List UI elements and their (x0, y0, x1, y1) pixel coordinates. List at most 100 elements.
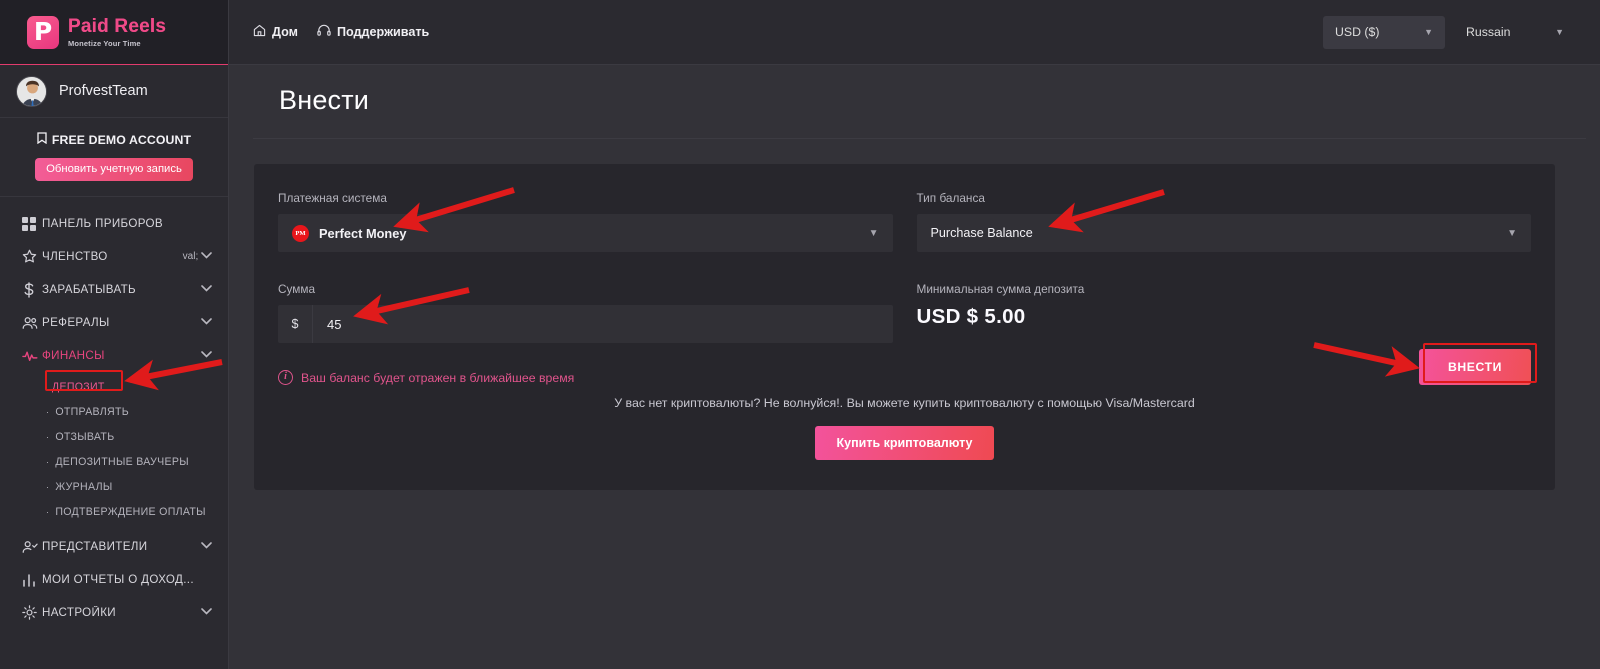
balance-type-field: Тип баланса Purchase Balance ▼ (916, 191, 1531, 252)
topbar-home-link[interactable]: Дом (253, 24, 298, 40)
balance-type-value: Purchase Balance (930, 226, 1033, 240)
payment-system-value: Perfect Money (319, 225, 407, 241)
chevron-down-icon (201, 541, 212, 552)
sidebar-item-label: ФИНАНСЫ (42, 349, 105, 362)
dashboard-grid-icon (22, 216, 42, 231)
balance-type-select[interactable]: Purchase Balance ▼ (916, 214, 1531, 252)
home-icon (253, 24, 266, 40)
app-root: P Paid Reels Monetize Your Time Profvest… (0, 0, 1600, 669)
payment-system-label: Платежная система (278, 191, 387, 205)
sidebar-item-settings[interactable]: НАСТРОЙКИ (0, 596, 228, 629)
sidebar-item-representatives[interactable]: ПРЕДСТАВИТЕЛИ (0, 530, 228, 563)
demo-account-block: FREE DEMO ACCOUNT Обновить учетную запис… (0, 118, 228, 197)
sidebar-item-label: ПРЕДСТАВИТЕЛИ (42, 540, 148, 553)
sidebar-subitem-withdraw[interactable]: · ОТЗЫВАТЬ (0, 424, 228, 449)
chevron-down-icon: ▼ (868, 227, 879, 239)
sidebar-item-label: НАСТРОЙКИ (42, 606, 116, 619)
topbar-support-label: Поддерживать (336, 25, 430, 39)
language-selector[interactable]: Russain ▼ (1454, 16, 1576, 49)
payment-system-select[interactable]: PM Perfect Money ▼ (278, 214, 893, 252)
sidebar-item-referrals[interactable]: РЕФЕРАЛЫ (0, 306, 228, 339)
logo-mark-icon: P (27, 15, 59, 49)
min-deposit-label: Минимальная сумма депозита (916, 282, 1085, 296)
headset-icon (317, 24, 331, 40)
topbar-home-label: Дом (272, 25, 298, 39)
chevron-down-icon (201, 350, 212, 361)
sidebar-item-membership[interactable]: ЧЛЕНСТВО val; (0, 240, 228, 273)
star-icon (22, 249, 42, 264)
topbar-support-link[interactable]: Поддерживать (317, 24, 429, 40)
gear-icon (22, 605, 42, 620)
chevron-down-icon: val; (183, 251, 212, 262)
bullet-icon: · (46, 406, 50, 417)
bullet-icon: · (46, 506, 50, 517)
sidebar-subitem-send[interactable]: · ОТПРАВЛЯТЬ (0, 399, 228, 424)
sidebar-item-finance[interactable]: ФИНАНСЫ (0, 339, 228, 372)
avatar (16, 75, 47, 107)
dollar-icon (22, 281, 42, 298)
users-icon (22, 316, 42, 330)
sidebar-item-label: ЗАРАБАТЫВАТЬ (42, 283, 137, 296)
sidebar-subitem-payment-confirmation[interactable]: · ПОДТВЕРЖДЕНИЕ ОПЛАТЫ (0, 499, 228, 524)
sidebar-subitem-deposit-vouchers[interactable]: · ДЕПОЗИТНЫЕ ВАУЧЕРЫ (0, 449, 228, 474)
user-profile-row[interactable]: ProfvestTeam (0, 65, 228, 118)
language-selected-value: Russain (1466, 25, 1511, 39)
bullet-icon: · (46, 456, 50, 467)
page-title: Внести (253, 65, 1586, 139)
sidebar-subitem-label: ДЕПОЗИТНЫЕ ВАУЧЕРЫ (55, 455, 189, 468)
currency-selector[interactable]: USD ($) ▼ (1323, 15, 1445, 49)
sidebar-item-label: ЧЛЕНСТВО (42, 250, 108, 263)
chevron-down-icon (201, 317, 212, 328)
perfect-money-icon: PM (292, 224, 309, 242)
currency-selected-value: USD ($) (1335, 25, 1380, 39)
user-check-icon (22, 540, 42, 554)
brand-tagline: Monetize Your Time (68, 39, 141, 48)
chevron-down-icon: ▼ (1555, 27, 1564, 37)
bar-chart-icon (22, 573, 42, 587)
payment-system-field: Платежная система PM Perfect Money ▼ (278, 191, 893, 252)
sidebar-item-label: РЕФЕРАЛЫ (42, 316, 110, 329)
sidebar-item-label: МОИ ОТЧЕТЫ О ДОХОД... (42, 573, 194, 586)
crypto-hint-text: У вас нет криптовалюты? Не волнуйся!. Вы… (614, 396, 1195, 410)
sidebar-subitem-label: ЖУРНАЛЫ (55, 480, 113, 493)
finance-submenu: · ДЕПОЗИТ · ОТПРАВЛЯТЬ · ОТЗЫВАТЬ · ДЕПО… (0, 372, 228, 530)
min-deposit-value: USD $ 5.00 (916, 305, 1026, 328)
sidebar-nav: ПАНЕЛЬ ПРИБОРОВ ЧЛЕНСТВО val; ЗАРАБАТЫВА… (0, 197, 228, 629)
sidebar-subitem-label: ПОДТВЕРЖДЕНИЕ ОПЛАТЫ (55, 505, 206, 518)
amount-field: Сумма $ (278, 282, 893, 343)
demo-account-label: FREE DEMO ACCOUNT (37, 132, 191, 147)
bullet-icon: · (46, 431, 50, 442)
upgrade-account-button[interactable]: Обновить учетную запись (35, 158, 193, 181)
main-content: Дом Поддерживать USD ($) ▼ Russain ▼ Вне… (229, 0, 1600, 669)
sidebar-subitem-logs[interactable]: · ЖУРНАЛЫ (0, 474, 228, 499)
topbar: Дом Поддерживать USD ($) ▼ Russain ▼ (229, 0, 1600, 65)
sidebar-subitem-label: ОТЗЫВАТЬ (55, 430, 115, 443)
sidebar-subitem-label: ОТПРАВЛЯТЬ (55, 405, 130, 418)
sidebar-item-label: ПАНЕЛЬ ПРИБОРОВ (42, 217, 163, 230)
balance-note-text: Ваш баланс будет отражен в ближайшее вре… (301, 370, 575, 385)
brand-logo[interactable]: P Paid Reels Monetize Your Time (0, 0, 228, 65)
submit-deposit-button[interactable]: ВНЕСТИ (1418, 349, 1531, 385)
bullet-icon: · (46, 481, 50, 492)
chevron-down-icon: ▼ (1507, 227, 1517, 239)
currency-symbol-prefix: $ (278, 305, 312, 343)
demo-account-text: FREE DEMO ACCOUNT (51, 132, 192, 147)
sidebar-item-earn[interactable]: ЗАРАБАТЫВАТЬ (0, 273, 228, 306)
brand-title: Paid Reels (68, 16, 167, 37)
bookmark-icon (37, 132, 47, 147)
sidebar-subitem-deposit[interactable]: · ДЕПОЗИТ (0, 374, 228, 399)
amount-input[interactable] (312, 305, 893, 343)
username: ProfvestTeam (59, 83, 148, 99)
pulse-icon (22, 349, 42, 363)
chevron-down-icon: ▼ (1424, 27, 1433, 37)
buy-crypto-button[interactable]: Купить криптовалюту (814, 426, 995, 460)
info-circle-icon: i (278, 370, 293, 385)
min-deposit-info: Минимальная сумма депозита USD $ 5.00 (917, 282, 1532, 343)
sidebar-subitem-label: ДЕПОЗИТ (52, 380, 105, 393)
sidebar: P Paid Reels Monetize Your Time Profvest… (0, 0, 229, 669)
sidebar-item-dashboard[interactable]: ПАНЕЛЬ ПРИБОРОВ (0, 207, 228, 240)
balance-note: i Ваш баланс будет отражен в ближайшее в… (278, 370, 1531, 385)
sidebar-item-income-reports[interactable]: МОИ ОТЧЕТЫ О ДОХОД... (0, 563, 228, 596)
chevron-down-icon (201, 607, 212, 618)
deposit-form-card: Платежная система PM Perfect Money ▼ Тип… (254, 164, 1555, 490)
